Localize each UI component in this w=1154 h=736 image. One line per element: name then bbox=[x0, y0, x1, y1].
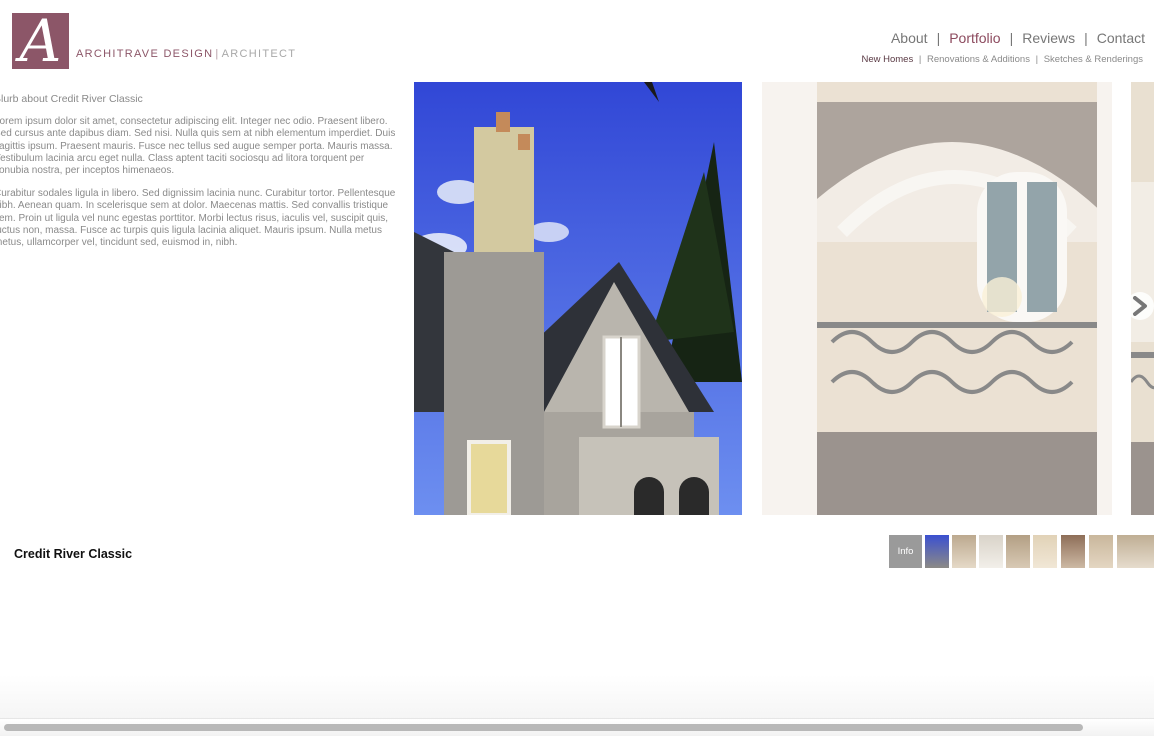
subnav-sketches[interactable]: Sketches & Renderings bbox=[1044, 54, 1143, 65]
project-blurb: Blurb about Credit River Classic Lorem i… bbox=[0, 93, 398, 260]
thumbnail-1[interactable] bbox=[925, 535, 949, 568]
brand-wordmark[interactable]: ARCHITRAVE DESIGN | ARCHITECT bbox=[76, 48, 296, 60]
nav-separator: | bbox=[936, 30, 941, 46]
subnav-separator: | bbox=[1035, 54, 1039, 65]
main-nav: About | Portfolio | Reviews | Contact bbox=[891, 30, 1145, 46]
chevron-right-icon bbox=[1133, 296, 1147, 316]
bottom-fade bbox=[0, 675, 1154, 719]
portfolio-subnav: New Homes | Renovations & Additions | Sk… bbox=[861, 54, 1143, 65]
logo[interactable]: A bbox=[12, 7, 69, 75]
nav-contact[interactable]: Contact bbox=[1097, 30, 1145, 46]
thumbnail-4[interactable] bbox=[1006, 535, 1030, 568]
project-caption: Credit River Classic bbox=[14, 547, 133, 561]
thumbnail-7[interactable] bbox=[1089, 535, 1113, 568]
nav-about[interactable]: About bbox=[891, 30, 928, 46]
brand-separator: | bbox=[215, 48, 220, 60]
thumbnail-3[interactable] bbox=[979, 535, 1003, 568]
subnav-separator: | bbox=[918, 54, 922, 65]
info-button[interactable]: Info bbox=[889, 535, 922, 568]
thumbnail-5[interactable] bbox=[1033, 535, 1057, 568]
thumbnail-8[interactable] bbox=[1117, 535, 1154, 568]
blurb-paragraph: Lorem ipsum dolor sit amet, consectetur … bbox=[0, 116, 396, 177]
brand-role: ARCHITECT bbox=[221, 48, 297, 60]
subnav-renovations[interactable]: Renovations & Additions bbox=[927, 54, 1030, 65]
horizontal-scrollbar[interactable] bbox=[0, 718, 1154, 736]
subnav-new-homes[interactable]: New Homes bbox=[861, 54, 913, 65]
logo-letter: A bbox=[19, 7, 62, 75]
nav-separator: | bbox=[1084, 30, 1088, 46]
thumbnail-2[interactable] bbox=[952, 535, 976, 568]
nav-separator: | bbox=[1009, 30, 1014, 46]
blurb-paragraph: Curabitur sodales ligula in libero. Sed … bbox=[0, 188, 396, 249]
nav-portfolio[interactable]: Portfolio bbox=[949, 30, 1000, 46]
gallery-photo-interior[interactable] bbox=[762, 82, 1112, 515]
scrollbar-thumb[interactable] bbox=[4, 724, 1083, 731]
nav-reviews[interactable]: Reviews bbox=[1022, 30, 1075, 46]
blurb-title: Blurb about Credit River Classic bbox=[0, 93, 143, 105]
gallery-photo-exterior[interactable] bbox=[414, 82, 742, 515]
next-slide-button[interactable] bbox=[1126, 292, 1154, 320]
thumbnail-6[interactable] bbox=[1061, 535, 1085, 568]
brand-name: ARCHITRAVE DESIGN bbox=[76, 48, 214, 60]
